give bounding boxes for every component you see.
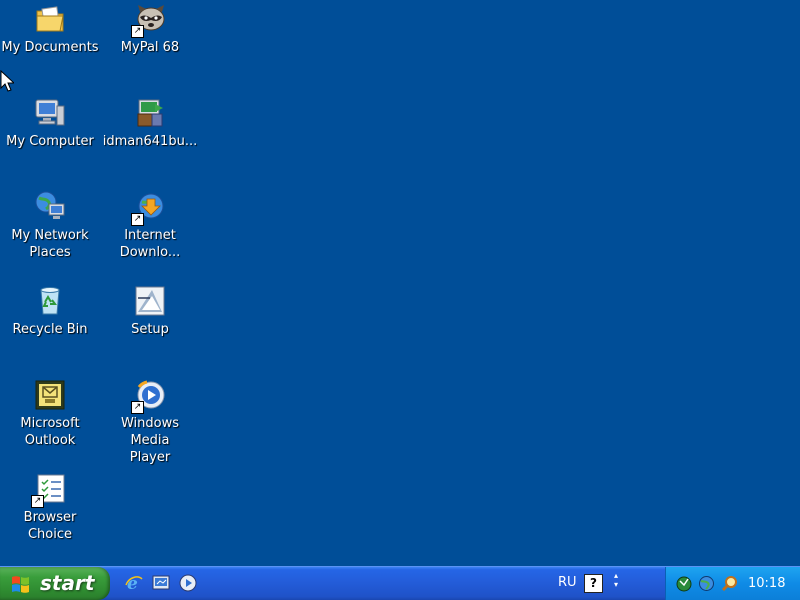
installer-package-icon <box>133 96 167 130</box>
desktop-icon-label: My Network Places <box>11 228 89 260</box>
desktop-icon-browser-choice[interactable]: ↗ Browser Choice <box>0 472 100 543</box>
windows-flag-icon <box>11 574 31 594</box>
desktop-icon-label: My Documents <box>1 40 99 55</box>
desktop-icon-label: Microsoft Outlook <box>20 416 80 448</box>
desktop-icon-label: Windows Media Player <box>120 416 180 465</box>
show-desktop-icon[interactable] <box>151 573 171 593</box>
desktop-icon-microsoft-outlook[interactable]: Microsoft Outlook <box>0 378 100 449</box>
internet-explorer-icon[interactable]: e <box>124 573 144 594</box>
taskbar: start e RU ? ▴ ▾ 10:18 <box>0 566 800 600</box>
desktop: My Documents My Computer My Network Plac <box>0 0 800 566</box>
desktop-icon-my-documents[interactable]: My Documents <box>0 2 100 56</box>
desktop-icon-label: MyPal 68 <box>120 40 180 55</box>
mypal-raccoon-icon: ↗ <box>131 2 167 38</box>
clock[interactable]: 10:18 <box>748 576 785 591</box>
start-button[interactable]: start <box>0 567 110 600</box>
desktop-icon-label: Setup <box>131 322 169 337</box>
setup-icon <box>133 284 167 318</box>
toolbar-expand-arrows-icon[interactable]: ▴ ▾ <box>611 571 621 593</box>
desktop-icon-recycle-bin[interactable]: Recycle Bin <box>0 284 100 338</box>
media-player-icon: ↗ <box>131 378 167 414</box>
language-indicator[interactable]: RU <box>558 575 577 590</box>
desktop-icon-label: idman641bu... <box>102 134 198 149</box>
outlook-icon <box>33 378 67 412</box>
shortcut-arrow-icon: ↗ <box>131 213 144 226</box>
internet-download-manager-icon: ↗ <box>131 190 167 226</box>
desktop-icon-setup[interactable]: Setup <box>100 284 200 338</box>
recycle-bin-icon <box>33 284 67 318</box>
shortcut-arrow-icon: ↗ <box>131 25 144 38</box>
desktop-icon-label: Browser Choice <box>23 510 77 542</box>
browser-choice-icon: ↗ <box>31 472 67 508</box>
desktop-icon-my-network-places[interactable]: My Network Places <box>0 190 100 261</box>
desktop-icon-internet-download-manager[interactable]: ↗ Internet Downlo... <box>100 190 200 261</box>
help-icon[interactable]: ? <box>584 574 603 593</box>
desktop-icon-label: Internet Downlo... <box>119 228 181 260</box>
network-status-icon[interactable] <box>676 575 693 592</box>
desktop-icon-label: Recycle Bin <box>12 322 88 337</box>
start-label: start <box>40 571 95 595</box>
search-icon[interactable] <box>721 575 738 592</box>
network-places-icon <box>33 190 67 224</box>
folder-documents-icon <box>33 2 67 36</box>
globe-icon[interactable] <box>698 575 715 592</box>
desktop-icon-my-computer[interactable]: My Computer <box>0 96 100 150</box>
computer-icon <box>33 96 67 130</box>
desktop-icon-idman641bu[interactable]: idman641bu... <box>100 96 200 150</box>
shortcut-arrow-icon: ↗ <box>31 495 44 508</box>
media-player-icon[interactable] <box>178 573 198 593</box>
desktop-icon-label: My Computer <box>6 134 94 149</box>
system-tray: 10:18 <box>665 567 800 600</box>
desktop-icon-mypal-68[interactable]: ↗ MyPal 68 <box>100 2 200 56</box>
desktop-icon-windows-media-player[interactable]: ↗ Windows Media Player <box>100 378 200 466</box>
shortcut-arrow-icon: ↗ <box>131 401 144 414</box>
